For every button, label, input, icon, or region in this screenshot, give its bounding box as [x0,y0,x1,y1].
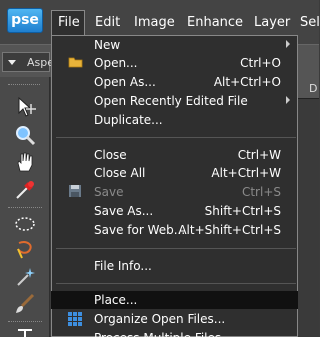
menu-item-label: Open... [94,56,138,70]
menu-layer[interactable]: Layer [254,15,290,30]
menu-item-shortcut: Alt+Shift+Ctrl+S [178,223,281,237]
menu-item-shortcut: Ctrl+W [237,148,281,162]
menu-item-label: File Info... [94,259,152,273]
marquee-tool-icon[interactable] [10,210,40,238]
app-logo: pse [7,8,43,33]
aspect-label: Aspe [27,56,55,69]
toolbox-grip[interactable] [8,84,40,86]
hand-tool-icon[interactable] [10,148,40,176]
menu-item-label: Duplicate... [94,113,163,127]
menu-item-label: Close [94,148,127,162]
lasso-tool-icon[interactable] [10,236,40,264]
menu-item-label: Open As... [94,75,156,89]
eyedropper-tool-icon[interactable] [10,176,40,204]
grid-icon [68,312,82,329]
menu-item-new[interactable] [51,36,298,54]
menu-item-file-info[interactable] [51,257,298,275]
menu-item-shortcut: Ctrl+S [241,185,281,199]
menu-item-shortcut: Ctrl+O [240,56,281,70]
menu-enhance[interactable]: Enhance [187,15,243,30]
tool-divider [8,321,42,322]
menu-item-label: Open Recently Edited File [94,94,248,108]
chevron-down-icon[interactable] [8,60,16,65]
menu-divider [56,283,296,284]
magic-wand-tool-icon[interactable] [10,263,40,291]
folder-icon [68,55,84,72]
menu-item-label: Save As... [94,204,154,218]
menu-item-label: Organize Open Files... [94,312,226,326]
menu-divider [56,248,296,249]
menu-select[interactable]: Sel [300,15,320,30]
floppy-disk-icon [68,184,82,201]
menu-item-shortcut: Alt+Ctrl+W [211,166,281,180]
menu-item-label: Close All [94,166,146,180]
menu-item-shortcut: Shift+Ctrl+S [204,204,281,218]
panel-area [297,77,319,337]
submenu-arrow-icon [286,96,290,104]
menu-item-label: Place... [94,293,138,307]
menu-divider [56,137,296,138]
menu-item-label: Process Multiple Files... [94,331,233,337]
menu-edit[interactable]: Edit [95,15,120,30]
submenu-arrow-icon [286,40,290,48]
menu-image[interactable]: Image [134,15,175,30]
move-tool-icon[interactable] [10,93,40,121]
menu-item-place[interactable] [51,291,298,309]
type-tool-icon[interactable] [10,323,40,337]
menu-item-duplicate[interactable] [51,111,298,129]
menu-item-label: Save [94,185,124,199]
menu-file[interactable]: File [58,15,80,30]
zoom-tool-icon[interactable] [10,121,40,149]
menu-item-shortcut: Alt+Ctrl+O [213,75,281,89]
brush-tool-icon[interactable] [10,290,40,318]
menu-item-label: New [94,38,121,52]
panel-tab[interactable]: D [309,82,317,95]
tool-divider [8,207,42,208]
menu-item-label: Save for Web... [94,223,186,237]
